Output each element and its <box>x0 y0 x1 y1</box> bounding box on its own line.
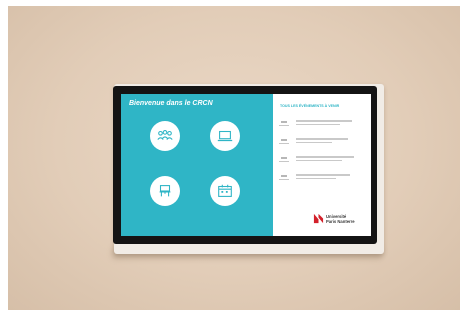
event-text-blurred <box>296 156 356 163</box>
event-date-blurred <box>279 138 293 145</box>
university-logo: Université Paris Nanterre <box>313 212 369 226</box>
logo-text: Université Paris Nanterre <box>326 214 355 224</box>
logo-line-2: Paris Nanterre <box>326 219 355 224</box>
tile-group-room[interactable] <box>135 121 195 155</box>
event-item[interactable] <box>279 156 367 168</box>
people-icon <box>150 121 180 151</box>
event-date-blurred <box>279 156 293 163</box>
welcome-title: Bienvenue dans le CRCN <box>129 100 213 107</box>
event-date-blurred <box>279 174 293 181</box>
tile-furniture[interactable] <box>135 176 195 210</box>
tile-booking[interactable] <box>195 176 255 210</box>
event-item[interactable] <box>279 174 367 186</box>
event-item[interactable] <box>279 120 367 132</box>
welcome-panel: Bienvenue dans le CRCN <box>121 94 273 236</box>
logo-mark-icon <box>313 213 324 224</box>
laptop-icon <box>210 121 240 151</box>
event-text-blurred <box>296 174 356 181</box>
event-item[interactable] <box>279 138 367 150</box>
tile-computer-room[interactable] <box>195 121 255 155</box>
events-panel: TOUS LES ÉVÉNEMENTS À VENIR Université P… <box>273 94 371 236</box>
display-screen: Bienvenue dans le CRCN TOUS LES ÉVÉNEMEN… <box>121 94 371 236</box>
event-date-blurred <box>279 120 293 127</box>
events-title: TOUS LES ÉVÉNEMENTS À VENIR <box>280 104 340 108</box>
event-text-blurred <box>296 138 356 145</box>
chair-icon <box>150 176 180 206</box>
event-text-blurred <box>296 120 356 127</box>
calendar-icon <box>210 176 240 206</box>
